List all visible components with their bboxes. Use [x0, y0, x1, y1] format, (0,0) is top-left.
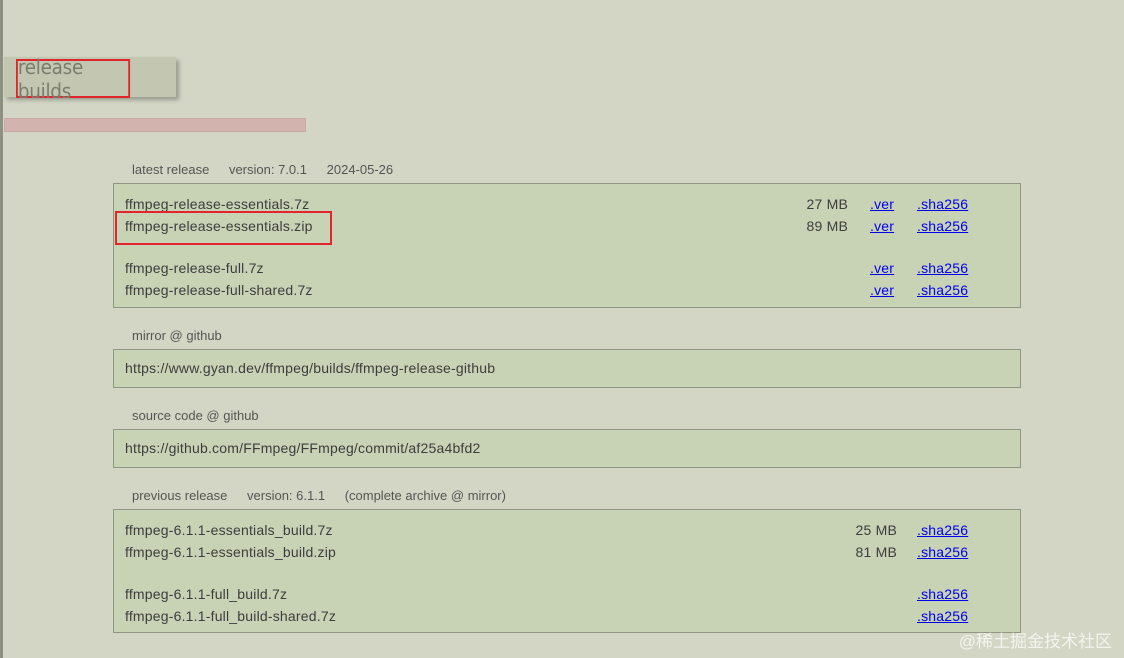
- file-link-6-1-1-full-7z[interactable]: ffmpeg-6.1.1-full_build.7z: [125, 586, 287, 602]
- file-link-release-essentials-zip[interactable]: ffmpeg-release-essentials.zip: [125, 218, 313, 234]
- file-link-release-full-shared-7z[interactable]: ffmpeg-release-full-shared.7z: [125, 282, 313, 298]
- previous-release-panel: ffmpeg-6.1.1-essentials_build.7z 25 MB .…: [113, 509, 1021, 633]
- source-header: source code @ github: [132, 408, 275, 423]
- watermark-text: @稀土掘金技术社区: [958, 632, 1112, 651]
- left-border-rule: [0, 0, 3, 658]
- source-panel: https://github.com/FFmpeg/FFmpeg/commit/…: [113, 429, 1021, 468]
- latest-release-panel: ffmpeg-release-essentials.7z 27 MB .ver …: [113, 183, 1021, 308]
- sha256-link[interactable]: .sha256: [917, 260, 968, 276]
- file-row: ffmpeg-release-full.7z .ver .sha256: [114, 257, 1020, 279]
- mirror-label: mirror @ github: [132, 328, 222, 343]
- file-size: 81 MB: [855, 544, 897, 560]
- sha256-link[interactable]: .sha256: [917, 282, 968, 298]
- file-row: ffmpeg-release-essentials.zip 89 MB .ver…: [114, 215, 1020, 237]
- file-size: 89 MB: [806, 218, 848, 234]
- file-link-release-essentials-7z[interactable]: ffmpeg-release-essentials.7z: [125, 196, 309, 212]
- sha256-link[interactable]: .sha256: [917, 218, 968, 234]
- file-row: ffmpeg-6.1.1-full_build-shared.7z .sha25…: [114, 605, 1020, 627]
- sha256-link[interactable]: .sha256: [917, 196, 968, 212]
- mirror-panel: https://www.gyan.dev/ffmpeg/builds/ffmpe…: [113, 349, 1021, 388]
- latest-release-header: latest release version: 7.0.1 2024-05-26: [132, 162, 409, 177]
- file-row: ffmpeg-release-essentials.7z 27 MB .ver …: [114, 193, 1020, 215]
- file-row: ffmpeg-6.1.1-full_build.7z .sha256: [114, 583, 1020, 605]
- file-size: 25 MB: [855, 522, 897, 538]
- accent-bar: [4, 118, 306, 132]
- file-link-release-full-7z[interactable]: ffmpeg-release-full.7z: [125, 260, 264, 276]
- latest-release-date: 2024-05-26: [326, 162, 394, 177]
- previous-release-header: previous release version: 6.1.1 (complet…: [132, 488, 506, 503]
- sha256-link[interactable]: .sha256: [917, 586, 968, 602]
- sha256-link[interactable]: .sha256: [917, 608, 968, 624]
- file-link-6-1-1-full-shared-7z[interactable]: ffmpeg-6.1.1-full_build-shared.7z: [125, 608, 336, 624]
- complete-archive-link[interactable]: (complete archive @ mirror): [345, 488, 506, 503]
- previous-release-version: version: 6.1.1: [247, 488, 326, 503]
- source-url-link[interactable]: https://github.com/FFmpeg/FFmpeg/commit/…: [125, 440, 481, 456]
- ver-link[interactable]: .ver: [870, 218, 894, 234]
- file-row: ffmpeg-6.1.1-essentials_build.7z 25 MB .…: [114, 519, 1020, 541]
- ver-link[interactable]: .ver: [870, 282, 894, 298]
- mirror-header: mirror @ github: [132, 328, 238, 343]
- source-label: source code @ github: [132, 408, 259, 423]
- latest-release-label: latest release: [132, 162, 210, 177]
- file-link-6-1-1-essentials-zip[interactable]: ffmpeg-6.1.1-essentials_build.zip: [125, 544, 336, 560]
- file-link-6-1-1-essentials-7z[interactable]: ffmpeg-6.1.1-essentials_build.7z: [125, 522, 333, 538]
- file-size: 27 MB: [806, 196, 848, 212]
- sha256-link[interactable]: .sha256: [917, 522, 968, 538]
- file-row: ffmpeg-release-full-shared.7z .ver .sha2…: [114, 279, 1020, 301]
- ver-link[interactable]: .ver: [870, 260, 894, 276]
- previous-release-label: previous release: [132, 488, 228, 503]
- latest-release-version: version: 7.0.1: [228, 162, 307, 177]
- file-row: ffmpeg-6.1.1-essentials_build.zip 81 MB …: [114, 541, 1020, 563]
- sha256-link[interactable]: .sha256: [917, 544, 968, 560]
- ver-link[interactable]: .ver: [870, 196, 894, 212]
- section-title-release-builds: release builds: [16, 55, 131, 103]
- mirror-url-link[interactable]: https://www.gyan.dev/ffmpeg/builds/ffmpe…: [125, 360, 495, 376]
